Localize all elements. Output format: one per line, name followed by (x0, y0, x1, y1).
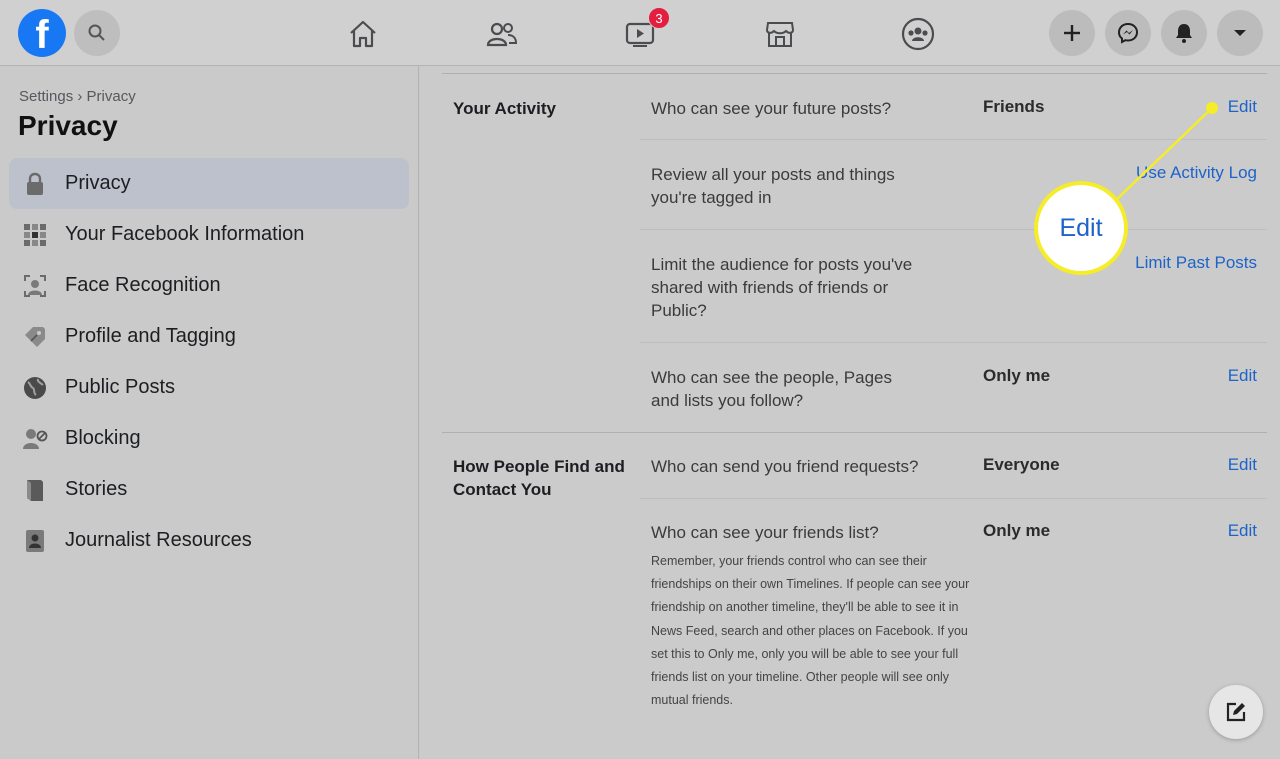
edit-future-posts-link[interactable]: Edit (1228, 97, 1257, 117)
setting-value: Only me (983, 366, 1051, 385)
face-scan-icon (21, 272, 49, 300)
sidebar-item-label: Face Recognition (65, 274, 221, 296)
groups-icon (901, 17, 935, 51)
sidebar-item-journalist-resources[interactable]: Journalist Resources (9, 515, 409, 566)
groups-tab[interactable] (898, 14, 938, 54)
callout-label: Edit (1059, 213, 1103, 242)
watch-notification-badge: 3 (648, 7, 670, 29)
lock-icon (21, 170, 49, 198)
breadcrumb[interactable]: Settings › Privacy (19, 88, 136, 105)
account-menu-button[interactable] (1217, 10, 1263, 56)
sidebar-item-blocking[interactable]: Blocking (9, 413, 409, 464)
row-divider (640, 342, 1267, 343)
setting-value: Everyone (983, 455, 1060, 474)
row-divider (640, 498, 1267, 499)
edit-callout-magnifier: Edit (1034, 181, 1128, 275)
friends-tab[interactable] (482, 14, 522, 54)
sidebar-item-label: Journalist Resources (65, 529, 252, 551)
sidebar-item-face-recognition[interactable]: Face Recognition (9, 260, 409, 311)
setting-question: Limit the audience for posts you've shar… (651, 255, 913, 320)
setting-value: Only me (983, 521, 1051, 540)
plus-icon (1064, 25, 1080, 41)
sidebar-item-facebook-information[interactable]: Your Facebook Information (9, 209, 409, 260)
facebook-logo-letter: f (35, 13, 49, 57)
row-divider (640, 229, 1267, 230)
globe-icon (21, 374, 49, 402)
marketplace-icon (765, 22, 795, 47)
setting-question: Who can see the people, Pages and lists … (651, 368, 892, 410)
page-title: Privacy (18, 110, 118, 141)
setting-question: Who can send you friend requests? (651, 457, 919, 476)
section-title-your-activity: Your Activity (453, 99, 556, 118)
caret-down-icon (1234, 30, 1246, 36)
use-activity-log-link[interactable]: Use Activity Log (1136, 163, 1257, 183)
home-tab[interactable] (343, 14, 383, 54)
grid-info-icon (21, 221, 49, 249)
sidebar-item-stories[interactable]: Stories (9, 464, 409, 515)
sidebar-item-label: Your Facebook Information (65, 223, 305, 245)
id-badge-icon (21, 527, 49, 555)
edit-following-link[interactable]: Edit (1228, 366, 1257, 386)
setting-question: Who can see your future posts? (651, 99, 892, 118)
notifications-button[interactable] (1161, 10, 1207, 56)
create-button[interactable] (1049, 10, 1095, 56)
section-title-find-and-contact: How People Find and Contact You (453, 457, 625, 499)
edit-friends-list-link[interactable]: Edit (1228, 521, 1257, 541)
sidebar-item-label: Privacy (65, 172, 131, 194)
setting-question: Who can see your friends list? (651, 523, 879, 542)
home-icon (350, 20, 376, 48)
edit-friend-requests-link[interactable]: Edit (1228, 455, 1257, 475)
marketplace-tab[interactable] (760, 14, 800, 54)
setting-question: Review all your posts and things you're … (651, 165, 895, 207)
section-divider (442, 432, 1267, 433)
bell-icon (1176, 24, 1192, 43)
search-button[interactable] (74, 10, 120, 56)
compose-icon (1226, 702, 1246, 722)
privacy-settings-panel: Your Activity Who can see your future po… (420, 66, 1280, 759)
friends-icon (486, 22, 518, 47)
friends-list-help-text: Remember, your friends control who can s… (651, 554, 970, 708)
limit-past-posts-link[interactable]: Limit Past Posts (1135, 253, 1257, 273)
facebook-logo[interactable]: f (18, 9, 66, 57)
sidebar-item-label: Stories (65, 478, 128, 500)
section-divider (442, 73, 1267, 74)
sidebar-item-label: Blocking (65, 427, 141, 449)
sidebar-item-profile-and-tagging[interactable]: Profile and Tagging (9, 311, 409, 362)
setting-value: Friends (983, 97, 1045, 116)
row-divider (640, 139, 1267, 140)
user-block-icon (21, 425, 49, 453)
messenger-button[interactable] (1105, 10, 1151, 56)
search-icon (88, 24, 105, 41)
sidebar-item-public-posts[interactable]: Public Posts (9, 362, 409, 413)
settings-sidebar: Settings › Privacy Privacy Privacy Your … (0, 66, 419, 759)
sidebar-item-label: Public Posts (65, 376, 176, 398)
sidebar-item-privacy[interactable]: Privacy (9, 158, 409, 209)
sidebar-item-label: Profile and Tagging (65, 325, 236, 347)
top-navigation-bar: f 3 (0, 0, 1280, 66)
new-message-button[interactable] (1209, 685, 1263, 739)
tag-icon (21, 323, 49, 351)
messenger-icon (1117, 22, 1139, 44)
book-icon (21, 476, 49, 504)
